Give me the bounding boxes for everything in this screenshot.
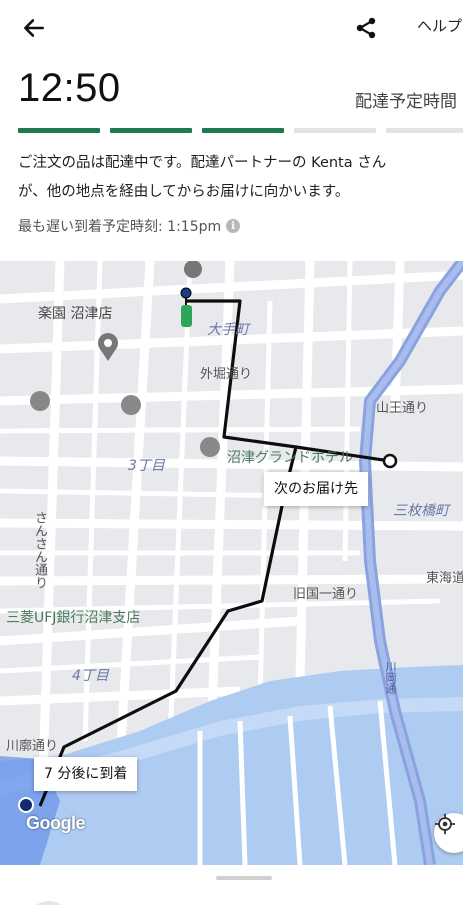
eta-label: 配達予定時間 (355, 92, 457, 112)
courier-avatar (26, 901, 72, 905)
progress-segment (294, 128, 376, 133)
crosshair-icon (434, 813, 456, 835)
next-stop-marker (382, 453, 398, 469)
top-bar: ヘルプ (0, 0, 463, 56)
map-label-sannou: 山王通り (376, 401, 429, 416)
progress-segment (18, 128, 100, 133)
next-delivery-callout: 次のお届け先 (264, 472, 368, 506)
latest-arrival-text: 最も遅い到着予定時刻: 1:15pm (18, 219, 222, 235)
delivery-status-text: ご注文の品は配達中です。配達パートナーの Kenta さん が、他の地点を経由し… (18, 149, 458, 207)
map-label-kawaroku: 川廓通り (6, 739, 59, 754)
progress-segment (202, 128, 284, 133)
map-label-tokaido: 東海道 (426, 571, 463, 586)
map-label-otemachi: 大手町 (207, 322, 249, 338)
map-label-sotobori: 外堀通り (200, 367, 253, 382)
info-icon[interactable]: i (226, 219, 241, 233)
progress-segment (110, 128, 192, 133)
arrival-callout: 7 分後に到着 (34, 757, 138, 791)
progress-segment (386, 128, 463, 133)
map-label-sansan: さんさん通り (32, 511, 47, 589)
map-label-grand-hotel: 沼津グランドホテル (227, 450, 353, 466)
map-label-river-road: 川岡通 (384, 661, 397, 694)
map-label-kyukokuichi: 旧国一通り (293, 587, 359, 602)
status-line-1: ご注文の品は配達中です。配達パートナーの Kenta さん (18, 155, 387, 171)
map-label-rakuen: 楽園 沼津店 (38, 306, 113, 322)
map-view[interactable]: 楽園 沼津店 大手町 外堀通り 山王通り 3丁目 沼津グランドホテル 三枚橋町 … (0, 261, 463, 865)
share-icon (356, 17, 376, 39)
start-marker (180, 287, 192, 299)
bottom-sheet[interactable] (0, 865, 463, 905)
latest-arrival: 最も遅い到着予定時刻: 1:15pm i (18, 216, 241, 236)
sheet-drag-handle[interactable] (216, 876, 272, 880)
map-label-mufg: 三菱UFJ銀行沼津支店 (6, 610, 141, 626)
arrow-left-icon (24, 19, 44, 37)
google-logo: Google (26, 813, 86, 833)
map-label-3chome: 3丁目 (128, 458, 165, 474)
status-line-2: が、他の地点を経由してからお届けに向かいます。 (18, 184, 350, 200)
share-button[interactable] (350, 12, 382, 44)
map-label-sanmaibashi: 三枚橋町 (393, 503, 449, 519)
help-link[interactable]: ヘルプ (417, 15, 462, 36)
eta-time: 12:50 (18, 66, 121, 110)
map-label-4chome: 4丁目 (72, 668, 109, 684)
courier-icon (181, 305, 192, 327)
back-button[interactable] (18, 12, 50, 44)
user-location-marker (18, 797, 34, 813)
